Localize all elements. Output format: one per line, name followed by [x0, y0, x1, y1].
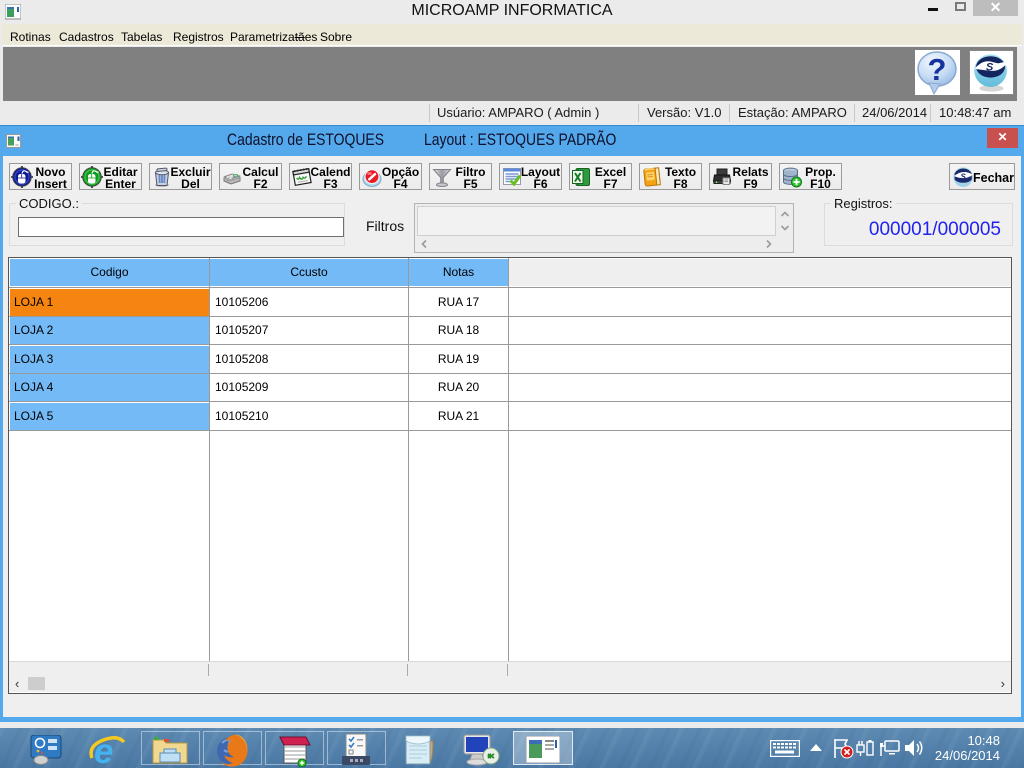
svg-text:S: S	[961, 173, 967, 182]
svg-text:?: ?	[928, 52, 947, 87]
svg-text:S: S	[986, 62, 994, 74]
